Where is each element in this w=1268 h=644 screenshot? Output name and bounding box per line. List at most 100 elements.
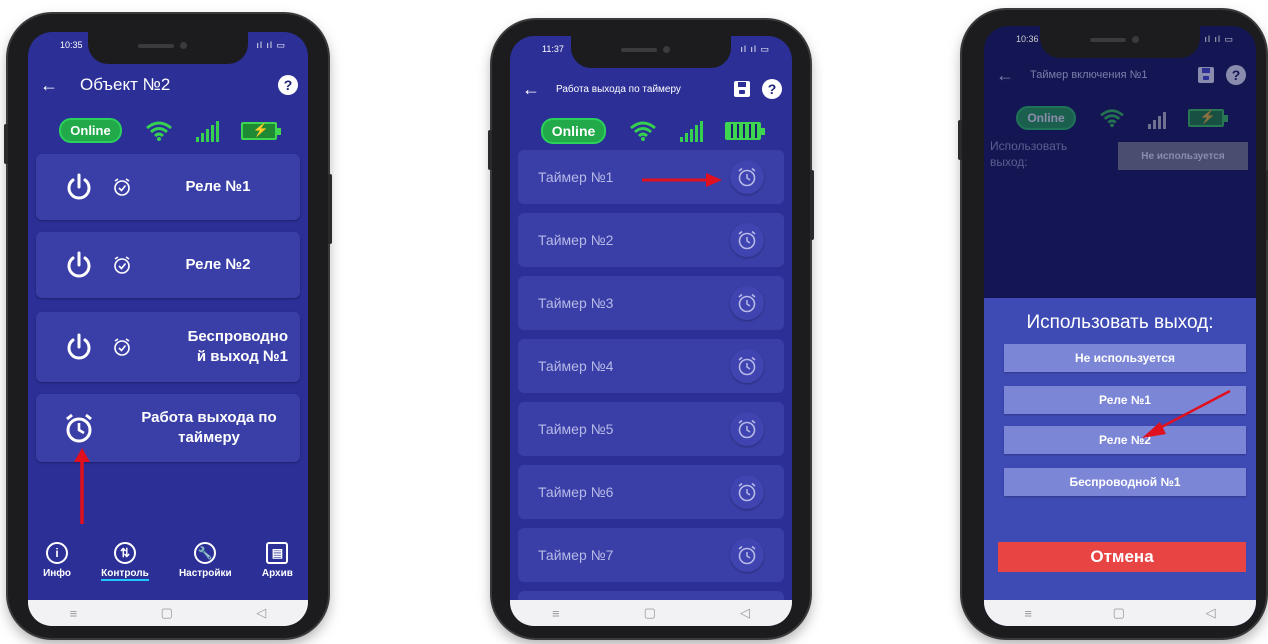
power-icon[interactable] [60,246,98,284]
notch [88,32,248,64]
red-arrow-annotation [1142,389,1231,438]
relay-1-card[interactable]: Реле №1 [36,154,300,220]
cancel-button[interactable]: Отмена [998,542,1246,572]
timer-2-row[interactable]: Таймер №2 [518,213,784,267]
relay-2-card[interactable]: Реле №2 [36,232,300,298]
menu-icon[interactable]: ≡ [1024,606,1032,621]
nav-archive[interactable]: ▤ Архив [262,542,293,581]
back-arrow-icon[interactable]: ← [40,75,62,96]
sheet-title: Использовать выход: [1026,312,1214,333]
online-badge: Online [59,118,122,143]
phone-2: 11:37 ıl ıl ▭ ← Работа выхода по таймеру… [488,20,814,638]
menu-icon[interactable]: ≡ [70,606,78,621]
alarm-check-icon[interactable] [108,333,136,361]
label-line-1: Беспроводно [187,328,288,345]
alarm-check-icon[interactable] [108,173,136,201]
power-icon[interactable] [60,328,98,366]
option-not-used[interactable]: Не используется [1004,344,1246,372]
app-header: ← Таймер включения №1 ? [984,60,1256,90]
home-icon[interactable]: ▢ [161,605,173,621]
use-output-value[interactable]: Не используется [1118,142,1248,170]
timer-6-row[interactable]: Таймер №6 [518,465,784,519]
back-icon[interactable]: ◁ [256,605,266,621]
home-icon[interactable]: ▢ [644,605,656,621]
back-icon[interactable]: ◁ [1206,605,1216,621]
red-arrow-annotation [74,448,90,524]
cellular-signal-icon [195,120,219,142]
timer-4-row[interactable]: Таймер №4 [518,339,784,393]
system-nav-bar: ≡ ▢ ◁ [28,600,308,626]
nav-label: Контроль [101,568,149,581]
nav-settings[interactable]: 🔧 Настройки [179,542,232,581]
bottom-navigation: i Инфо ⇅ Контроль 🔧 Настройки ▤ Архив [28,542,308,581]
nav-info[interactable]: i Инфо [43,542,71,581]
status-time: 11:37 [542,44,564,54]
alarm-clock-icon[interactable] [730,286,764,320]
nav-label: Архив [261,568,293,579]
help-icon[interactable]: ? [1226,65,1246,85]
cellular-signal-icon [680,120,704,142]
timer-label: Таймер №7 [538,547,614,563]
battery-charging-icon: ⚡ [240,121,281,140]
home-icon[interactable]: ▢ [1113,605,1125,621]
side-button [958,120,962,160]
use-output-label: Использовать выход: [990,139,1068,169]
option-wireless-1[interactable]: Беспроводной №1 [1004,468,1246,496]
timer-label: Таймер №2 [538,232,614,248]
side-button [4,124,8,164]
timer-label: Таймер №6 [538,484,614,500]
alarm-clock-icon[interactable] [730,538,764,572]
side-button [488,130,492,170]
nav-label: Инфо [43,568,72,579]
system-nav-bar: ≡ ▢ ◁ [510,600,792,626]
timer-7-row[interactable]: Таймер №7 [518,528,784,582]
wireless-output-card[interactable]: Беспроводно й выход №1 [36,312,300,382]
app-header: ← Работа выхода по таймеру ? [510,74,792,104]
alarm-clock-icon[interactable] [730,223,764,257]
status-time: 10:35 [60,40,83,50]
page-title: Таймер включения №1 [1030,69,1148,81]
help-icon[interactable]: ? [762,79,782,99]
label-line-1: Работа выхода по [141,409,277,426]
save-icon[interactable] [734,81,750,97]
timer-label: Таймер №4 [538,358,614,374]
notch [1040,26,1200,58]
phone-1-screen: 10:35 ıl ıl ▭ ← Объект №2 ? Online ⚡ Рел… [28,32,308,626]
timer-3-row[interactable]: Таймер №3 [518,276,784,330]
save-icon[interactable] [1198,67,1214,83]
app-header: ← Объект №2 ? [28,70,308,100]
status-time: 10:36 [1016,34,1039,44]
battery-charging-icon: ⚡ [1187,109,1228,127]
timer-label: Таймер №3 [538,295,614,311]
info-icon: i [46,542,69,564]
status-indicators: ıl ıl ▭ [256,40,286,50]
phone-1: 10:35 ıl ıl ▭ ← Объект №2 ? Online ⚡ Рел… [4,14,332,638]
power-icon[interactable] [60,168,98,206]
wrench-icon: 🔧 [194,542,217,564]
online-badge: Online [1016,106,1076,130]
phone-3: 10:36 ıl ıl ▭ ← Таймер включения №1 ? On… [958,10,1268,638]
menu-icon[interactable]: ≡ [552,606,560,621]
red-arrow-annotation [642,173,722,187]
timer-5-row[interactable]: Таймер №5 [518,402,784,456]
back-arrow-icon[interactable]: ← [996,65,1018,86]
notch [571,36,731,68]
alarm-clock-icon[interactable] [730,412,764,446]
alarm-clock-icon[interactable] [730,475,764,509]
device-status-row: Online [510,118,792,144]
side-button [328,174,332,244]
wifi-icon [1099,109,1124,128]
alarm-check-icon[interactable] [108,251,136,279]
back-icon[interactable]: ◁ [740,605,750,621]
help-icon[interactable]: ? [278,75,298,95]
alarm-clock-icon[interactable] [730,160,764,194]
alarm-clock-icon[interactable] [60,409,98,447]
alarm-clock-icon[interactable] [730,349,764,383]
label-line-2: й выход №1 [196,348,288,365]
wifi-icon [145,121,172,141]
nav-control[interactable]: ⇅ Контроль [101,542,149,581]
back-arrow-icon[interactable]: ← [522,79,544,100]
status-indicators: ıl ıl ▭ [1204,34,1234,44]
timer-label: Таймер №5 [538,421,614,437]
relay-1-label: Реле №1 [185,178,251,195]
